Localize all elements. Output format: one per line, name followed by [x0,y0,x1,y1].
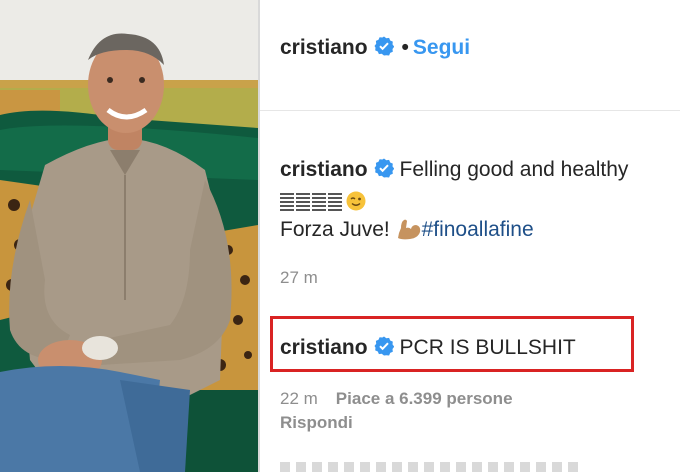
cropped-next-comment [280,462,580,472]
caption-text-line3: Forza Juve! [280,218,390,241]
post-panel: cristiano • Segui cristiano Felling good an… [260,0,680,472]
comment-likes[interactable]: Piace a 6.399 persone [336,389,513,408]
comment-username[interactable]: cristiano [280,336,368,359]
caption-text: Felling good and healthy [399,158,629,181]
post-header: cristiano • Segui [280,34,470,62]
caption-timestamp: 27 m [280,268,318,287]
verified-badge-icon [374,36,394,56]
comment-timestamp: 22 m [280,389,318,408]
header-divider [260,110,680,111]
caption-username[interactable]: cristiano [280,158,368,181]
follow-button[interactable]: Segui [413,36,470,59]
profile-photo [0,0,258,472]
comment-meta: 22 m Piace a 6.399 persone [280,389,513,409]
reply-button[interactable]: Rispondi [280,413,353,433]
comment-text: PCR IS BULLSHIT [399,336,576,359]
verified-badge-icon [374,158,394,178]
verified-badge-icon [374,336,394,356]
wink-emoji-icon [346,190,366,211]
hashtag-link[interactable]: #finoallafine [422,218,534,241]
unrendered-emoji-blocks [280,191,342,211]
header-username[interactable]: cristiano [280,36,368,59]
comment: cristiano PCR IS BULLSHIT [280,334,576,362]
post-caption: cristiano Felling good and healthy Forza … [280,155,680,245]
header-separator: • [401,36,409,59]
flexed-biceps-emoji-icon [396,218,422,242]
